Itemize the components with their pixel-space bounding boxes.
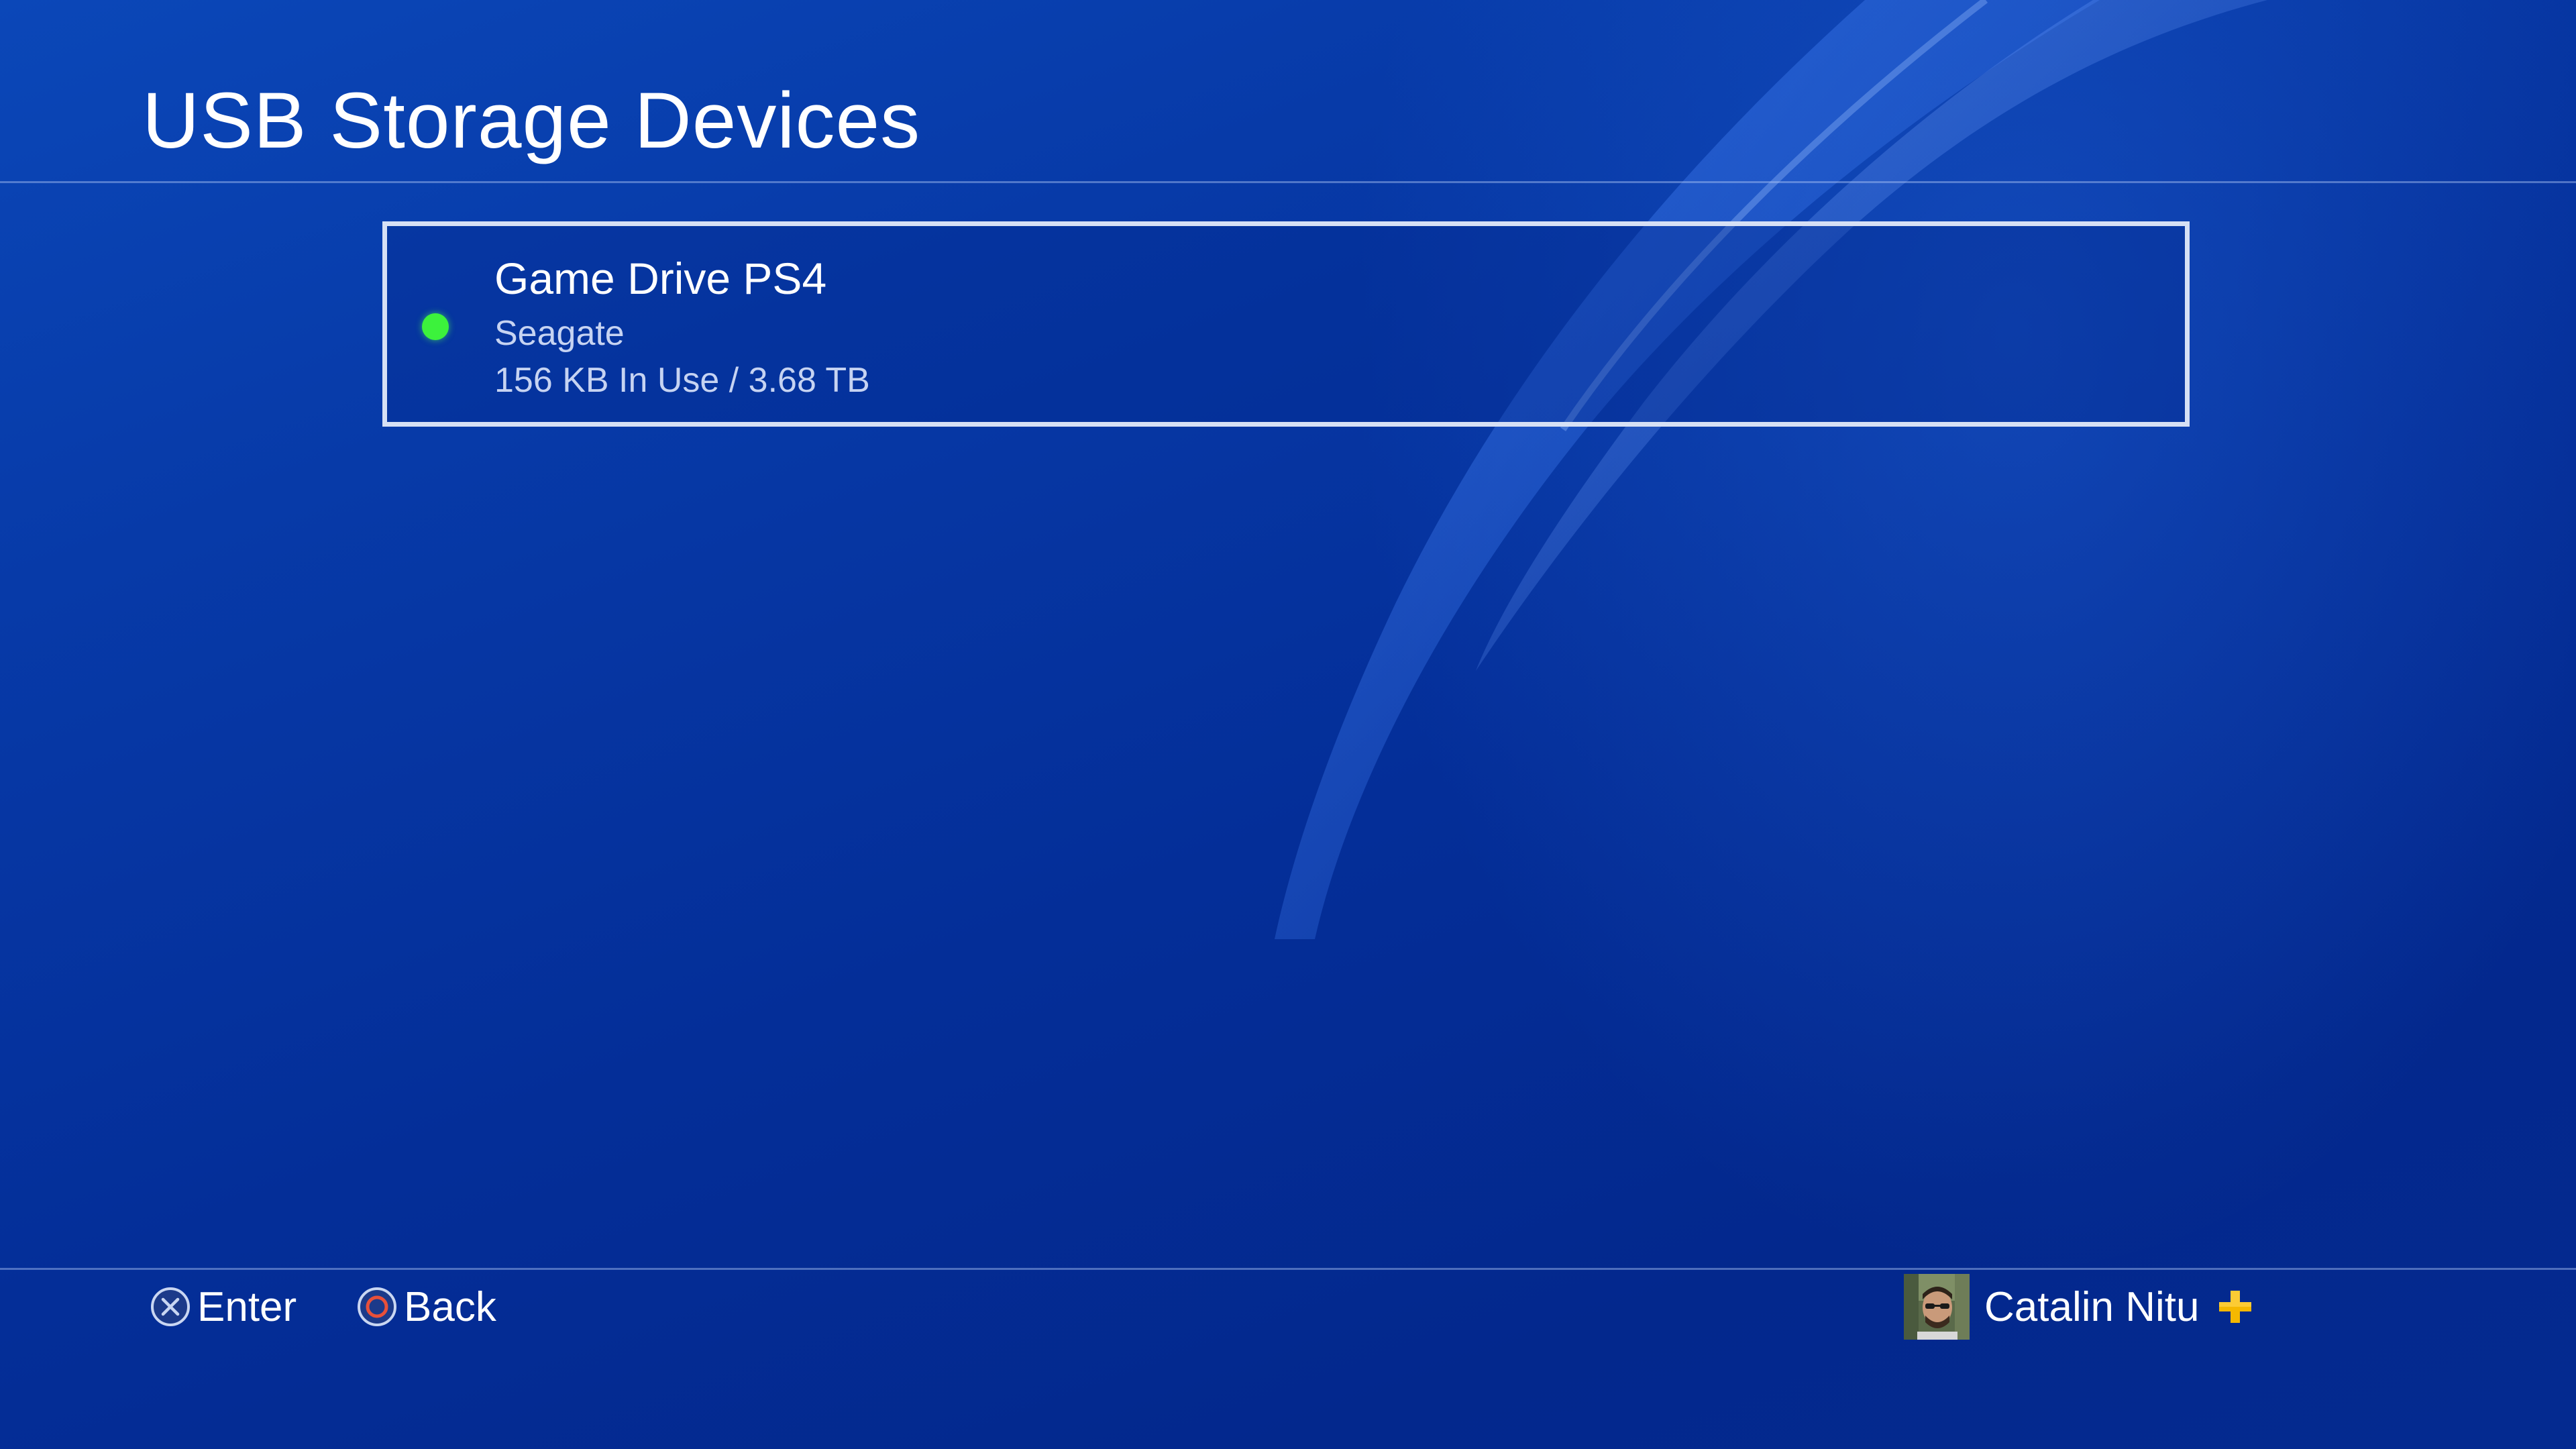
header-divider [0,181,2576,183]
enter-hint[interactable]: Enter [149,1280,297,1334]
user-profile[interactable]: Catalin Nitu [1904,1273,2254,1340]
background-swoosh [1275,0,2267,939]
cross-button-icon [151,1287,190,1326]
footer-divider [0,1268,2576,1270]
playstation-plus-icon [2219,1291,2252,1323]
enter-hint-label: Enter [197,1283,297,1330]
avatar [1904,1274,1970,1340]
device-brand: Seagate [494,314,625,353]
user-name: Catalin Nitu [1984,1283,2200,1330]
usb-device-item[interactable]: Game Drive PS4 Seagate 156 KB In Use / 3… [382,221,2190,427]
device-usage: 156 KB In Use / 3.68 TB [494,361,870,400]
connected-status-icon [422,313,449,340]
back-hint[interactable]: Back [356,1280,496,1334]
circle-button-icon [358,1287,396,1326]
page-title: USB Storage Devices [142,76,921,165]
device-name: Game Drive PS4 [494,254,827,303]
back-hint-label: Back [404,1283,496,1330]
